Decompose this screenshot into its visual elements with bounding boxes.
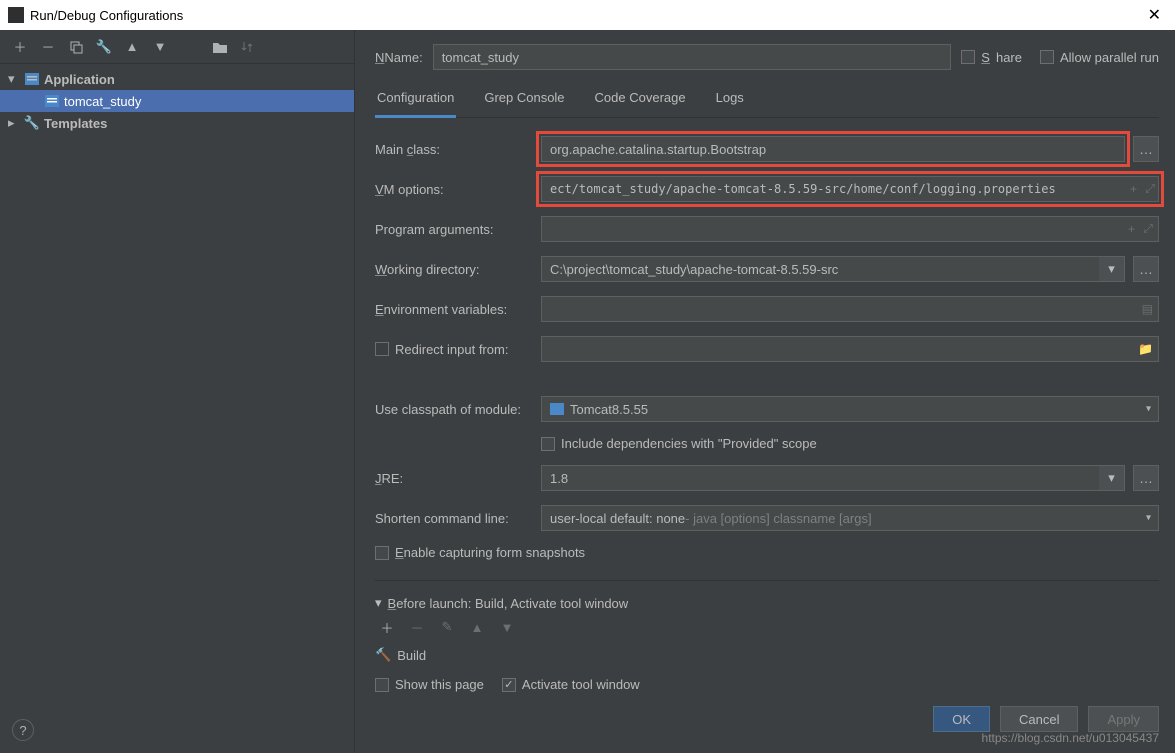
remove-icon[interactable]: － <box>40 39 56 55</box>
list-icon[interactable]: ▤ <box>1142 302 1153 316</box>
chevron-down-icon: ▾ <box>8 71 20 87</box>
redirect-input-label: Redirect input from: <box>375 342 533 357</box>
name-input[interactable] <box>433 44 952 70</box>
copy-icon[interactable] <box>68 39 84 55</box>
program-args-label: Program arguments: <box>375 222 533 237</box>
tabs: Configuration Grep Console Code Coverage… <box>375 84 1159 118</box>
app-icon <box>8 7 24 23</box>
edit-icon[interactable]: ✎ <box>439 619 455 635</box>
application-icon <box>24 71 40 87</box>
working-dir-input[interactable] <box>541 256 1099 282</box>
dropdown-button[interactable]: ▾ <box>1099 256 1125 282</box>
main-class-input[interactable] <box>541 136 1125 162</box>
before-launch-header[interactable]: ▾ Before launch: Build, Activate tool wi… <box>375 595 1159 611</box>
config-tree: ▾ Application tomcat_study ▸ 🔧 Templates <box>0 64 354 753</box>
tree-item-label: tomcat_study <box>64 94 141 109</box>
ok-button[interactable]: OK <box>933 706 990 732</box>
tree-node-templates[interactable]: ▸ 🔧 Templates <box>0 112 354 134</box>
vm-options-input[interactable] <box>541 176 1159 202</box>
redirect-input-field <box>541 336 1159 362</box>
wrench-icon: 🔧 <box>24 115 40 131</box>
env-vars-input[interactable] <box>541 296 1159 322</box>
sort-icon[interactable] <box>240 39 256 55</box>
application-icon <box>44 93 60 109</box>
tab-code-coverage[interactable]: Code Coverage <box>593 84 688 117</box>
up-icon[interactable]: ▲ <box>469 619 485 635</box>
browse-main-class-button[interactable]: … <box>1133 136 1159 162</box>
down-icon[interactable]: ▼ <box>152 39 168 55</box>
show-this-page-checkbox[interactable]: Show this page <box>375 677 484 692</box>
help-button[interactable]: ? <box>12 719 34 741</box>
shorten-label: Shorten command line: <box>375 511 533 526</box>
folder-icon[interactable]: 📁 <box>1138 342 1153 356</box>
jre-label: JRE: <box>375 471 533 486</box>
enable-snapshot-checkbox[interactable]: Enable capturing form snapshots <box>375 545 585 560</box>
down-icon[interactable]: ▼ <box>499 619 515 635</box>
window-title: Run/Debug Configurations <box>30 8 183 23</box>
vm-options-label: VM options: <box>375 182 533 197</box>
chevron-down-icon: ▾ <box>375 595 382 611</box>
program-args-input[interactable] <box>541 216 1159 242</box>
expand-icon[interactable]: ⤢ <box>1143 222 1153 237</box>
up-icon[interactable]: ▲ <box>124 39 140 55</box>
cancel-button[interactable]: Cancel <box>1000 706 1078 732</box>
tree-label: Application <box>44 72 115 87</box>
build-task-row[interactable]: 🔨 Build <box>375 643 1159 667</box>
chevron-right-icon: ▸ <box>8 115 20 131</box>
module-icon <box>550 403 564 415</box>
wrench-icon[interactable]: 🔧 <box>96 39 112 55</box>
allow-parallel-checkbox[interactable]: Allow parallel run <box>1040 50 1159 65</box>
jre-input[interactable] <box>541 465 1099 491</box>
plus-icon[interactable]: + <box>1130 182 1137 196</box>
tab-logs[interactable]: Logs <box>714 84 746 117</box>
remove-icon[interactable]: － <box>409 619 425 635</box>
plus-icon[interactable]: + <box>1128 222 1135 236</box>
activate-tool-window-checkbox[interactable]: Activate tool window <box>502 677 640 692</box>
left-toolbar: ＋ － 🔧 ▲ ▼ <box>0 30 354 64</box>
tree-node-application[interactable]: ▾ Application <box>0 68 354 90</box>
tree-label: Templates <box>44 116 107 131</box>
env-vars-label: Environment variables: <box>375 302 533 317</box>
main-class-label: Main class: <box>375 142 533 157</box>
tab-configuration[interactable]: Configuration <box>375 84 456 118</box>
folder-icon[interactable] <box>212 39 228 55</box>
share-checkbox[interactable]: Share <box>961 50 1022 65</box>
browse-jre-button[interactable]: … <box>1133 465 1159 491</box>
shorten-select[interactable]: user-local default: none - java [options… <box>541 505 1159 531</box>
classpath-label: Use classpath of module: <box>375 402 533 417</box>
name-label: NName: <box>375 50 423 65</box>
tree-item-tomcat-study[interactable]: tomcat_study <box>0 90 354 112</box>
dropdown-button[interactable]: ▾ <box>1099 465 1125 491</box>
tab-grep-console[interactable]: Grep Console <box>482 84 566 117</box>
hammer-icon: 🔨 <box>375 647 391 663</box>
expand-icon[interactable]: ⤢ <box>1145 182 1155 197</box>
add-icon[interactable]: ＋ <box>12 39 28 55</box>
classpath-select[interactable]: Tomcat8.5.55 <box>541 396 1159 422</box>
include-deps-checkbox[interactable]: Include dependencies with "Provided" sco… <box>541 436 817 451</box>
add-icon[interactable]: ＋ <box>379 619 395 635</box>
browse-workdir-button[interactable]: … <box>1133 256 1159 282</box>
close-icon[interactable]: ✕ <box>1142 5 1167 25</box>
working-dir-label: Working directory: <box>375 262 533 277</box>
apply-button[interactable]: Apply <box>1088 706 1159 732</box>
